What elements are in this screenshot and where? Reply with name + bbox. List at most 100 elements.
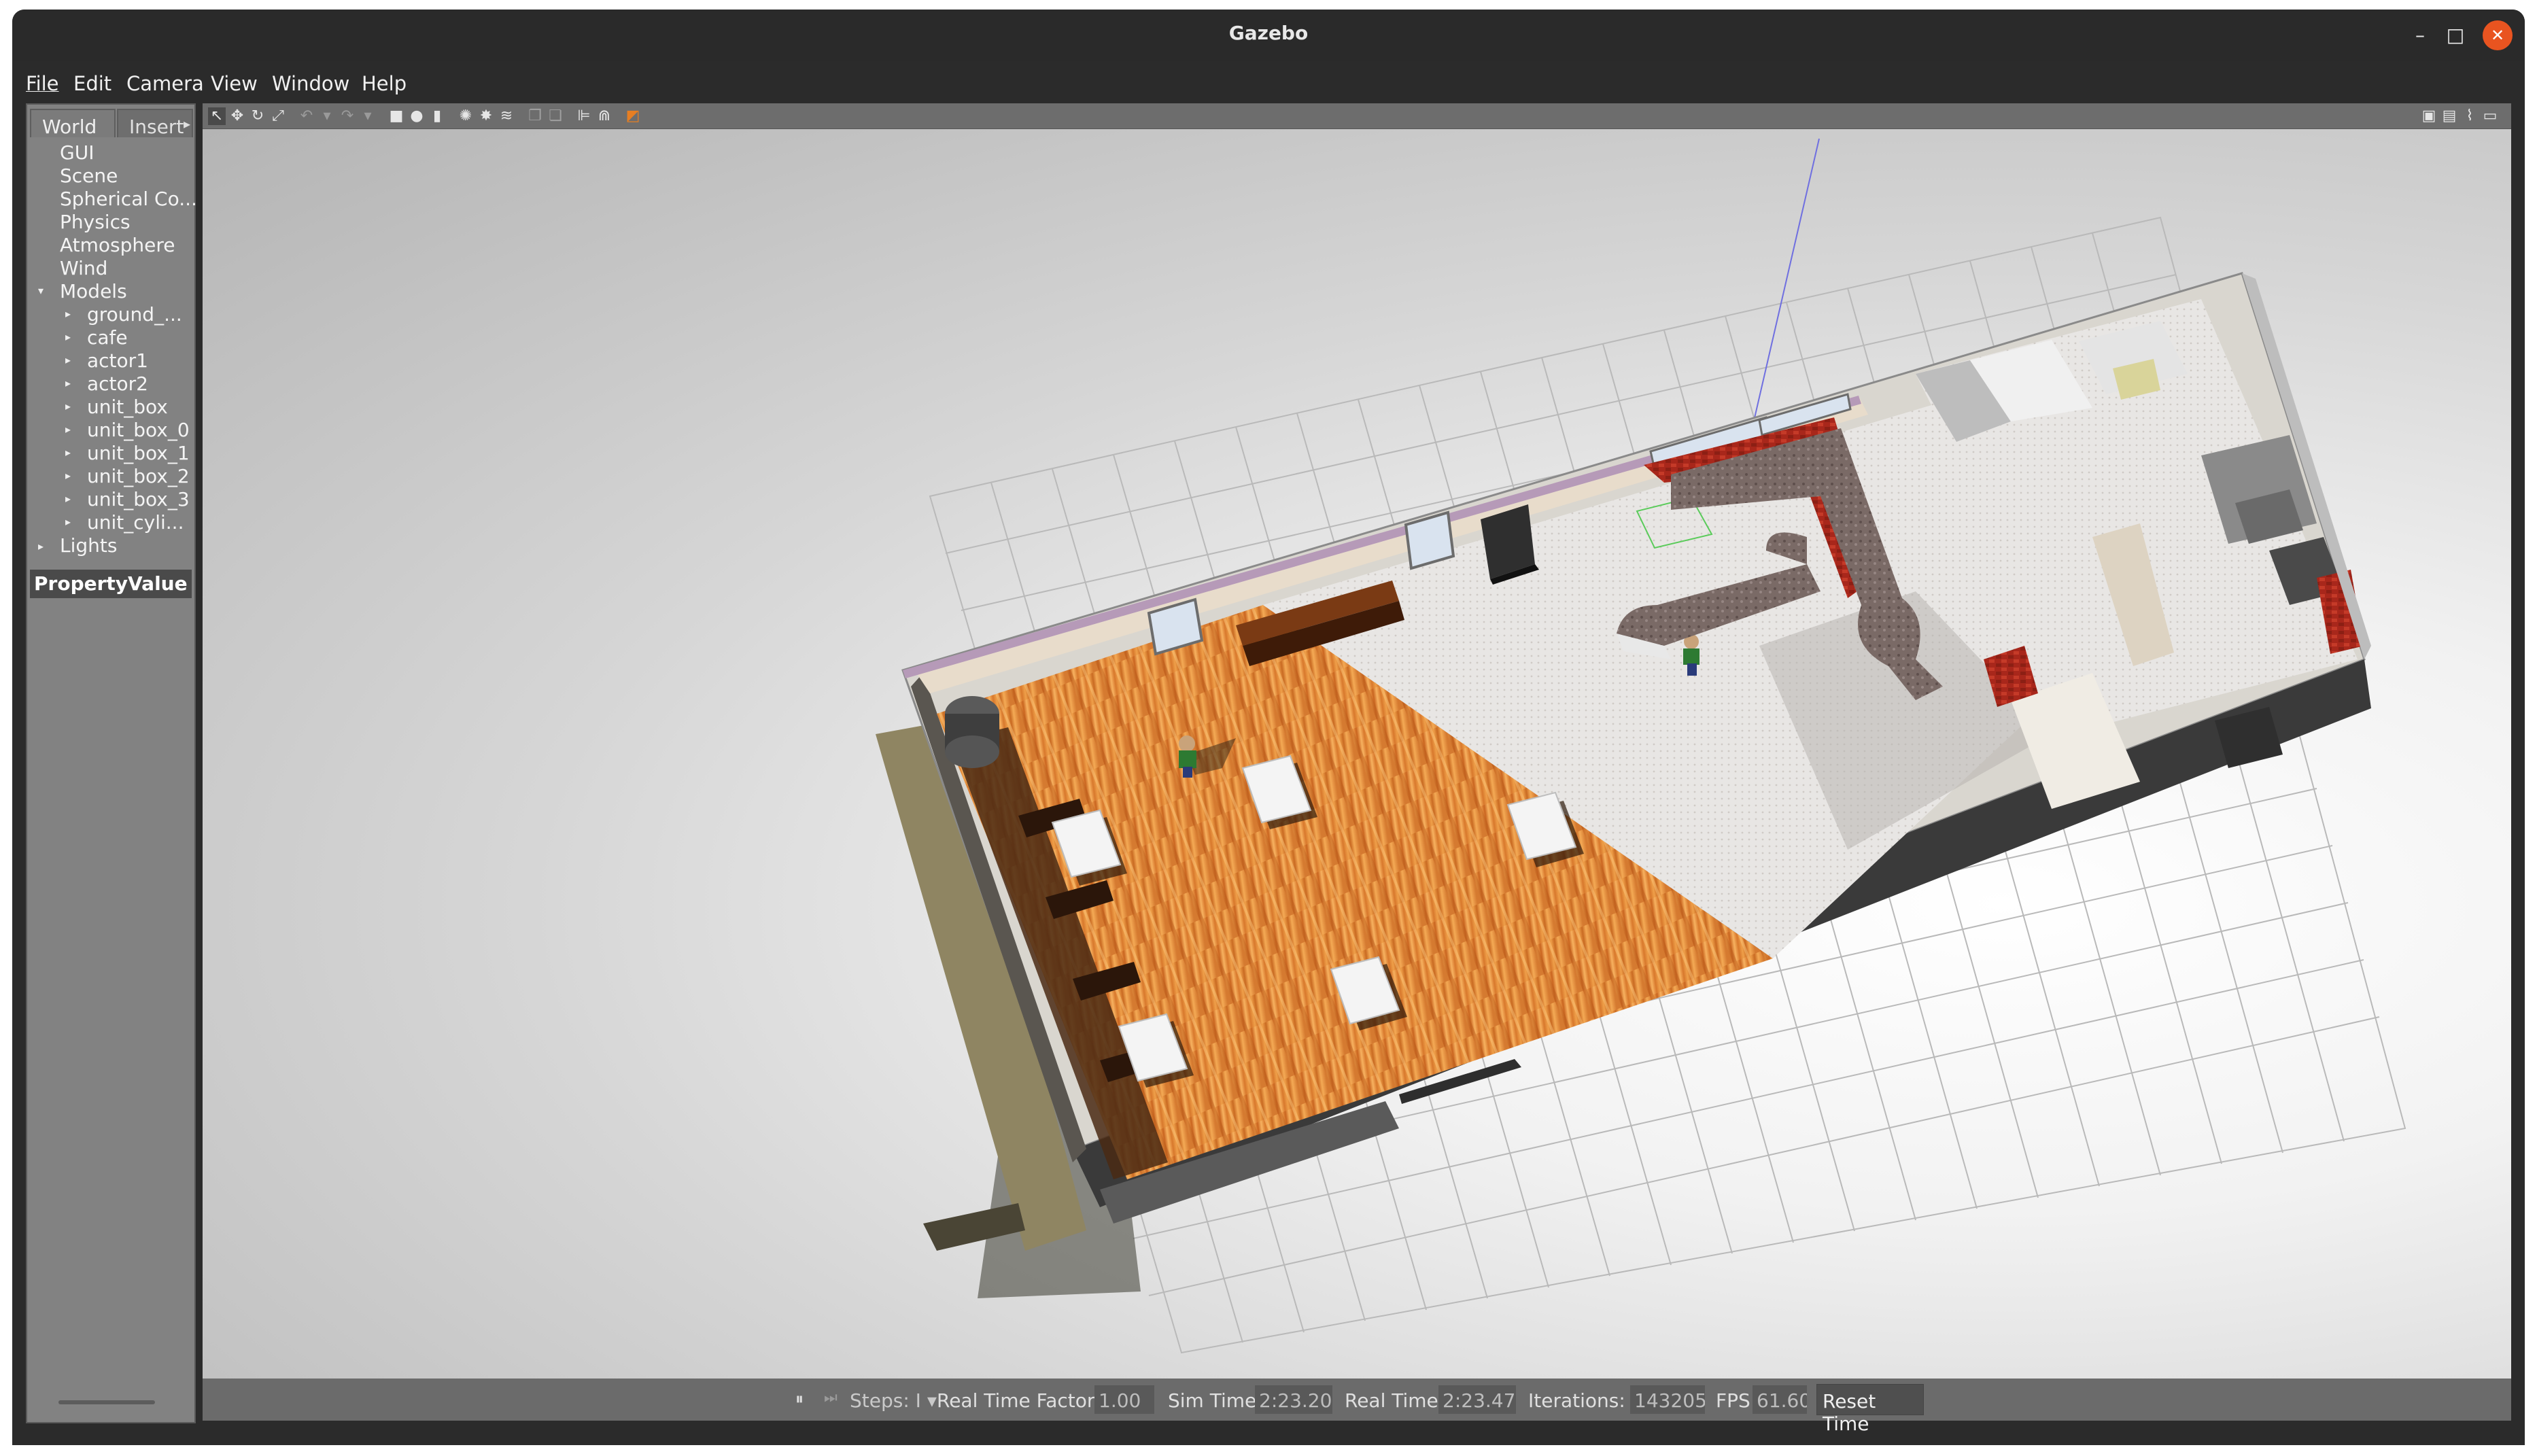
model-expand-arrow-icon[interactable]: ▸ <box>65 377 71 389</box>
real-time-value: 2:23.471 <box>1438 1385 1516 1414</box>
tree-model-item[interactable]: actor2 <box>87 372 148 396</box>
status-bar: ⏸ ⏭ Steps: I ▾ Real Time Factor: 1.00 Si… <box>203 1379 2511 1435</box>
tab-world[interactable]: World <box>30 109 116 138</box>
tree-model-label: unit_box_3 <box>87 488 190 510</box>
sim-time-value: 2:23.205 <box>1255 1385 1332 1414</box>
tree-model-label: actor1 <box>87 349 148 372</box>
menu-help[interactable]: Help <box>362 72 407 95</box>
tree-item-physics[interactable]: Physics <box>60 211 131 234</box>
tree-model-label: unit_box_2 <box>87 465 190 487</box>
real-time-label: Real Time: <box>1345 1389 1445 1412</box>
fps-value: 61.60 <box>1753 1385 1807 1414</box>
menu-file[interactable]: File <box>26 72 59 95</box>
close-button[interactable]: ✕ <box>2483 20 2513 50</box>
reset-time-label: Reset Time <box>1823 1390 1876 1435</box>
redo-history-icon[interactable]: ▾ <box>359 107 377 125</box>
tree-item-lights[interactable]: Lights <box>60 534 117 557</box>
screenshot-icon[interactable]: ▣ <box>2420 107 2438 125</box>
sphere-shape-icon[interactable]: ● <box>408 107 426 125</box>
tree-model-item[interactable]: unit_box_3 <box>87 488 190 511</box>
model-expand-arrow-icon[interactable]: ▸ <box>65 515 71 528</box>
menu-view[interactable]: View <box>211 72 258 95</box>
spot-light-icon[interactable]: ✸ <box>477 107 495 125</box>
model-expand-arrow-icon[interactable]: ▸ <box>65 469 71 482</box>
menu-file-label: File <box>26 72 59 95</box>
tree-item-models[interactable]: Models <box>60 280 127 303</box>
left-panel: World Insert ▸ GUI Scene Spherical Co... … <box>26 103 197 1423</box>
menu-edit[interactable]: Edit <box>73 72 111 95</box>
log-icon[interactable]: ▤ <box>2440 107 2458 125</box>
model-expand-arrow-icon[interactable]: ▸ <box>65 446 71 459</box>
lights-expand-arrow-icon[interactable]: ▸ <box>38 540 44 553</box>
model-expand-arrow-icon[interactable]: ▸ <box>65 492 71 505</box>
align-icon[interactable]: ⊫ <box>575 107 593 125</box>
redo-icon[interactable]: ↷ <box>339 107 356 125</box>
change-view-icon[interactable]: ◩ <box>624 107 642 125</box>
tree-item-atmosphere[interactable]: Atmosphere <box>60 234 175 257</box>
tree-model-item[interactable]: unit_box <box>87 396 168 419</box>
copy-icon[interactable]: ❐ <box>526 107 544 125</box>
snap-icon[interactable]: ⋒ <box>596 107 613 125</box>
tree-item-gui-label: GUI <box>60 141 94 164</box>
model-expand-arrow-icon[interactable]: ▸ <box>65 330 71 343</box>
tree-model-label: unit_box_1 <box>87 442 190 464</box>
translate-mode-icon[interactable]: ✥ <box>228 107 246 125</box>
tree-model-item[interactable]: ground_... <box>87 303 182 326</box>
tree-model-item[interactable]: unit_box_1 <box>87 442 190 465</box>
paste-icon[interactable]: ❏ <box>547 107 564 125</box>
model-expand-arrow-icon[interactable]: ▸ <box>65 307 71 320</box>
menu-window-label: Window <box>272 72 350 95</box>
cylinder-shape-icon[interactable]: ▮ <box>428 107 446 125</box>
window-title: Gazebo <box>1228 22 1309 44</box>
tree-model-item[interactable]: unit_box_2 <box>87 465 190 488</box>
tree-item-spherical-coordinates[interactable]: Spherical Co... <box>60 188 197 211</box>
model-expand-arrow-icon[interactable]: ▸ <box>65 400 71 413</box>
models-expand-arrow-icon[interactable]: ▾ <box>38 284 44 297</box>
tab-scroll-right-icon[interactable]: ▸ <box>183 116 190 132</box>
directional-light-icon[interactable]: ≋ <box>498 107 515 125</box>
tree-item-atmosphere-label: Atmosphere <box>60 234 175 256</box>
model-expand-arrow-icon[interactable]: ▸ <box>65 423 71 436</box>
plot-icon[interactable]: ⌇ <box>2461 107 2479 125</box>
cafe-scene-render <box>876 138 2406 1354</box>
world-tree: GUI Scene Spherical Co... Physics Atmosp… <box>27 137 197 557</box>
scale-mode-icon[interactable]: ⤢ <box>269 107 287 125</box>
tree-item-models-label: Models <box>60 280 127 302</box>
rotate-mode-icon[interactable]: ↻ <box>249 107 266 125</box>
point-light-icon[interactable]: ✺ <box>457 107 474 125</box>
gazebo-window: Gazebo – □ ✕ File Edit Camera View Windo… <box>12 10 2525 1445</box>
tree-item-scene-label: Scene <box>60 164 118 187</box>
menu-camera[interactable]: Camera <box>126 72 204 95</box>
menu-window[interactable]: Window <box>272 72 349 95</box>
minimize-button[interactable]: – <box>2405 20 2435 50</box>
tree-item-gui[interactable]: GUI <box>60 141 94 164</box>
select-mode-icon[interactable]: ↖ <box>208 107 226 125</box>
panel-scrollbar[interactable] <box>58 1400 155 1404</box>
tree-model-item[interactable]: unit_box_0 <box>87 419 190 442</box>
tree-item-spherical-label: Spherical Co... <box>60 188 197 210</box>
tab-world-label: World <box>42 116 97 138</box>
video-record-icon[interactable]: ▭ <box>2481 107 2499 125</box>
step-icon[interactable]: ⏭ <box>824 1389 838 1406</box>
tab-insert[interactable]: Insert ▸ <box>117 109 193 137</box>
tree-model-label: unit_box_0 <box>87 419 190 441</box>
3d-viewport[interactable] <box>203 129 2511 1379</box>
tree-model-label: unit_box <box>87 396 168 418</box>
tree-item-scene[interactable]: Scene <box>60 164 118 188</box>
tree-model-item[interactable]: cafe <box>87 326 128 349</box>
undo-icon[interactable]: ↶ <box>298 107 315 125</box>
reset-time-button[interactable]: Reset Time <box>1816 1384 1924 1435</box>
tab-insert-label: Insert <box>129 116 184 137</box>
sim-time-label: Sim Time: <box>1168 1389 1263 1412</box>
model-expand-arrow-icon[interactable]: ▸ <box>65 353 71 366</box>
tree-model-item[interactable]: unit_cyli... <box>87 511 184 534</box>
menu-bar: File Edit Camera View Window Help <box>12 61 2525 103</box>
steps-control[interactable]: Steps: I ▾ <box>850 1389 937 1412</box>
pause-button[interactable]: ⏸ <box>795 1389 804 1408</box>
undo-history-icon[interactable]: ▾ <box>318 107 336 125</box>
rtf-value: 1.00 <box>1094 1385 1154 1414</box>
box-shape-icon[interactable]: ■ <box>387 107 405 125</box>
tree-item-wind[interactable]: Wind <box>60 257 107 280</box>
tree-model-item[interactable]: actor1 <box>87 349 148 372</box>
maximize-button[interactable]: □ <box>2440 20 2470 50</box>
